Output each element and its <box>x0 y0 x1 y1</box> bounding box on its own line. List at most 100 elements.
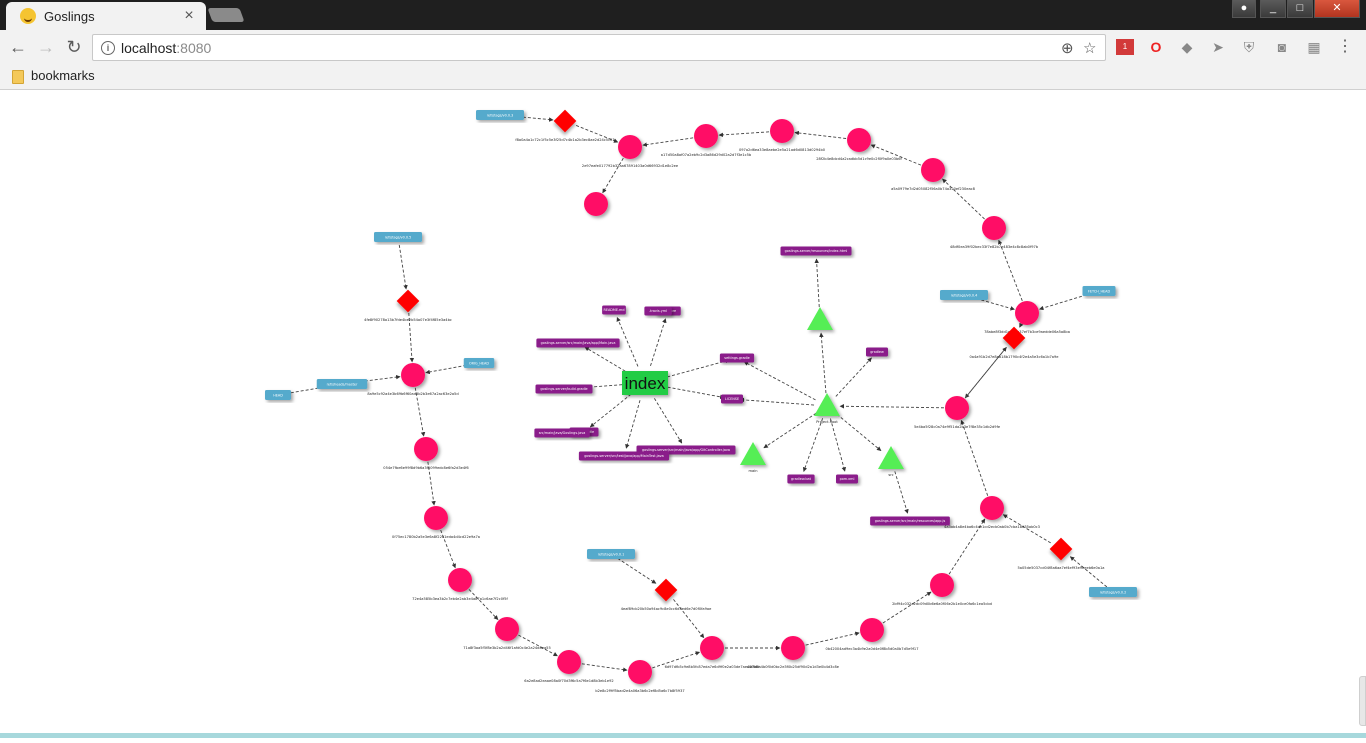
ref-node[interactable]: refs/heads/master <box>316 379 368 389</box>
tree-node[interactable]: Project.Root <box>814 393 840 424</box>
commit-circle[interactable] <box>930 573 954 597</box>
tag-node[interactable]: 4fe8f90278a13b7fde4be2b54a07e3f4f85e3a4b… <box>364 289 452 322</box>
commit-node[interactable]: 78abe8f3dd1e2a9b37ef7b3ce9aedde06a5a8ba <box>984 301 1070 334</box>
tag-diamond[interactable] <box>654 578 678 602</box>
reload-button[interactable]: ↻ <box>62 36 86 58</box>
commit-circle[interactable] <box>1015 301 1039 325</box>
commit-circle[interactable] <box>414 437 438 461</box>
commit-circle[interactable] <box>847 128 871 152</box>
ref-node[interactable]: HEAD <box>265 390 291 400</box>
blob-node[interactable]: goslings-server/src/main/resources/app.j… <box>870 516 950 526</box>
blob-node[interactable]: .travis.yml <box>644 306 672 316</box>
ref-node[interactable]: refs/tags/v0.0.3 <box>476 110 524 120</box>
tag-node[interactable]: 5a05de5037cd04f8a6aa7ef4ef93e9eeeb6e0a1a <box>1018 537 1105 570</box>
tag-diamond[interactable] <box>553 109 577 133</box>
camera-icon[interactable]: ◙ <box>1273 39 1291 55</box>
commit-circle[interactable] <box>424 506 448 530</box>
tag-node[interactable]: 4eaf89cb20b50a94ac9c8e0cc6d3ed6e7d0f0fa9… <box>621 578 712 611</box>
tree-node[interactable]: main <box>740 442 766 473</box>
bookmark-star-icon[interactable]: ☆ <box>1083 39 1096 57</box>
url-text[interactable]: localhost:8080 <box>121 40 211 56</box>
blob-node[interactable]: LICENSE <box>721 394 743 404</box>
tree-triangle[interactable] <box>740 442 766 465</box>
blob-node[interactable]: goslings-server/resources/index.html <box>780 246 852 256</box>
blob-node[interactable]: settings.gradle <box>719 353 755 363</box>
commit-circle[interactable] <box>448 568 472 592</box>
tag-node[interactable]: f8a0a4a1c72c1f5c5e3f25d7c4b1a2b3ec8ae2d2… <box>515 109 615 142</box>
ref-node[interactable]: refs/tags/v0.0.2 <box>1089 587 1137 597</box>
extension-badge-icon[interactable]: 1 <box>1116 39 1134 55</box>
commit-circle[interactable] <box>982 216 1006 240</box>
close-window-button[interactable]: ✕ <box>1314 0 1360 18</box>
commit-node[interactable] <box>584 192 608 216</box>
shield-icon[interactable]: ⛨ <box>1240 39 1258 55</box>
tag-diamond[interactable] <box>396 289 420 313</box>
blob-node[interactable]: gradlew <box>866 347 888 357</box>
git-object-graph[interactable]: f8a0a4a1c72c1f5c5e3f25d7c4b1a2b3ec8ae2d2… <box>0 90 1366 738</box>
tree-triangle[interactable] <box>807 307 833 330</box>
menu-icon[interactable]: ⋮ <box>1336 39 1354 55</box>
scroll-handle[interactable] <box>1359 676 1366 726</box>
commit-node[interactable]: 71a8f3aa5f5f8e3b2a2d46f1afd0c4e2a24d8ea5… <box>463 617 551 650</box>
profile-button[interactable]: ● <box>1232 0 1256 18</box>
ref-node[interactable]: ORIG_HEAD <box>463 358 495 368</box>
minimize-button[interactable]: _ <box>1260 0 1286 18</box>
commit-circle[interactable] <box>860 618 884 642</box>
commit-circle[interactable] <box>694 124 718 148</box>
commit-node[interactable]: 0b42004ad9ec3a4b9e2a0d4e0f8b5d0a0b7d5e9f… <box>826 618 919 651</box>
ref-node[interactable]: refs/tags/v0.0.5 <box>374 232 422 242</box>
opera-icon[interactable]: O <box>1147 39 1165 55</box>
blob-node[interactable]: goslings-server/src/test/java/app/MainTe… <box>578 451 670 461</box>
zoom-icon[interactable]: ⊕ <box>1061 39 1074 57</box>
maximize-button[interactable]: □ <box>1287 0 1313 18</box>
commit-circle[interactable] <box>628 660 652 684</box>
eraser-icon[interactable]: ◆ <box>1178 39 1196 55</box>
commit-node[interactable]: a17d50a8af07a2eb9c2d3a86d29d02a2d7f3e1c5… <box>661 124 752 157</box>
blob-node[interactable]: goslings-server/src/main/java/app/Main.j… <box>536 338 620 348</box>
commit-node[interactable]: 2bf94c032a2dc09d0b6e6a0f06e2b1e0ce0fa6c1… <box>892 573 992 606</box>
tab-goslings[interactable]: Goslings × <box>6 2 206 30</box>
back-button[interactable]: ← <box>6 36 30 58</box>
commit-node[interactable]: 097a2d6ea33e8aebe2e5a21ad6d0813d0294b0 <box>739 119 826 152</box>
commit-circle[interactable] <box>557 650 581 674</box>
commit-node[interactable]: 72e4a585b3ea3b2c7eb4e2ab3e4a87a1c6ae7f2c… <box>412 568 509 601</box>
commit-circle[interactable] <box>700 636 724 660</box>
tag-diamond[interactable] <box>1049 537 1073 561</box>
commit-node[interactable]: 0f75ec1780b2a5e3e6a8f22a1eda4d4cd22e9a7a <box>392 506 480 539</box>
commit-circle[interactable] <box>618 135 642 159</box>
blob-node[interactable]: src/main/java/Goslings.java <box>534 428 590 438</box>
bookmarks-folder[interactable]: bookmarks <box>31 68 95 83</box>
commit-node[interactable]: 28f2b4e8dcd4a2cadbb5d1c9e0c2f0f9a0e03b6f <box>816 128 903 161</box>
info-icon[interactable]: i <box>101 41 115 55</box>
ref-node[interactable]: FETCH_HEAD <box>1082 286 1116 296</box>
commit-node[interactable]: 5e4ba5f28c0a74e9f51da2b3e7f8e35c1db2d9fe <box>914 396 1001 429</box>
commit-circle[interactable] <box>584 192 608 216</box>
new-tab-button[interactable] <box>207 8 245 22</box>
graph-canvas[interactable]: f8a0a4a1c72c1f5c5e3f25d7c4b1a2b3ec8ae2d2… <box>0 90 1366 738</box>
tree-triangle[interactable] <box>878 446 904 469</box>
commit-circle[interactable] <box>945 396 969 420</box>
commit-circle[interactable] <box>921 158 945 182</box>
commit-circle[interactable] <box>401 363 425 387</box>
tree-node[interactable] <box>807 307 833 330</box>
commit-circle[interactable] <box>770 119 794 143</box>
forward-button[interactable]: → <box>34 36 58 58</box>
commit-circle[interactable] <box>495 617 519 641</box>
address-bar[interactable]: i localhost:8080 ⊕ ☆ <box>92 34 1106 61</box>
cursor-icon[interactable]: ➤ <box>1209 39 1227 55</box>
commit-node[interactable]: a5a0979e7d2d05082f56a0b74a320ef230eac8 <box>891 158 976 191</box>
blob-node[interactable]: gradlew.bat <box>787 474 815 484</box>
commit-node[interactable]: 48df0ea39f02bec33f7e82b7e483e4c8c8ab0f97… <box>950 216 1039 249</box>
index-node[interactable]: index <box>622 371 668 395</box>
ref-node[interactable]: refs/tags/v0.0.4 <box>940 290 988 300</box>
commit-node[interactable]: 4a3ab4a8e4ba6c4de1cd2ecb0ab0b7cba18d35ab… <box>944 496 1040 529</box>
blob-node[interactable]: pom.xml <box>836 474 858 484</box>
commit-circle[interactable] <box>980 496 1004 520</box>
commit-node[interactable]: 6d97dfb5c9e8b5fc87eda7e6d9f0e2a03de7aec4… <box>665 636 760 669</box>
tab-close-icon[interactable]: × <box>178 7 200 25</box>
blob-node[interactable]: README.md <box>602 305 626 315</box>
puzzle-icon[interactable]: ▦ <box>1305 39 1323 55</box>
commit-circle[interactable] <box>781 636 805 660</box>
blob-node[interactable]: goslings-server/build.gradle <box>535 384 593 394</box>
commit-node[interactable]: 6a2e8ad2eaae08a0f70d3f6c5a7f6e1d8b3eb1e9… <box>524 650 614 683</box>
